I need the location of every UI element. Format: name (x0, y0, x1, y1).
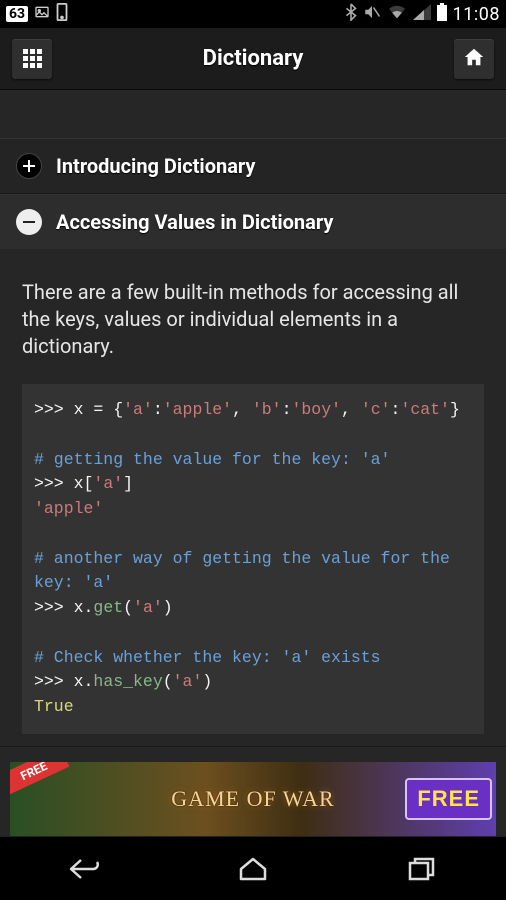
mute-icon (363, 3, 381, 25)
ad-banner[interactable]: FREE GAME OF WAR FREE (10, 762, 496, 836)
collapse-icon (16, 209, 42, 235)
intro-paragraph: There are a few built-in methods for acc… (22, 279, 484, 360)
wifi-icon (387, 4, 407, 24)
accordion-header-access[interactable]: Accessing Values in Dictionary (0, 195, 506, 249)
accordion: Introducing Dictionary Accessing Values … (0, 138, 506, 747)
ad-free-button[interactable]: FREE (405, 778, 492, 820)
back-button[interactable] (44, 849, 124, 889)
status-right: 11:08 (345, 3, 500, 25)
nav-bar (0, 836, 506, 900)
home-icon (463, 46, 485, 72)
ad-title: GAME OF WAR (171, 786, 334, 812)
battery-icon (437, 3, 447, 25)
grid-icon (23, 49, 42, 68)
accordion-item-intro: Introducing Dictionary (0, 138, 506, 194)
signal-icon (413, 4, 431, 24)
clock: 11:08 (453, 4, 500, 25)
status-bar: 63 11:08 (0, 0, 506, 28)
page-title: Dictionary (203, 46, 304, 71)
app-header: Dictionary (0, 28, 506, 90)
screen: 63 11:08 (0, 0, 506, 900)
image-icon (34, 4, 50, 24)
status-left: 63 (6, 3, 68, 25)
accordion-label: Introducing Dictionary (56, 154, 255, 178)
menu-button[interactable] (12, 39, 52, 79)
recent-apps-button[interactable] (382, 849, 462, 889)
accordion-label: Accessing Values in Dictionary (56, 210, 333, 234)
expand-icon (16, 153, 42, 179)
bluetooth-icon (345, 3, 357, 25)
ad-free-ribbon: FREE (10, 762, 69, 795)
content-area: Introducing Dictionary Accessing Values … (0, 90, 506, 836)
home-button[interactable] (454, 39, 494, 79)
accordion-header-intro[interactable]: Introducing Dictionary (0, 139, 506, 193)
home-nav-button[interactable] (213, 849, 293, 889)
phone-icon (56, 3, 68, 25)
accordion-body-access: There are a few built-in methods for acc… (0, 249, 506, 746)
notification-badge: 63 (6, 6, 28, 22)
code-block: >>> x = {'a':'apple', 'b':'boy', 'c':'ca… (22, 384, 484, 734)
accordion-item-access: Accessing Values in Dictionary There are… (0, 194, 506, 747)
